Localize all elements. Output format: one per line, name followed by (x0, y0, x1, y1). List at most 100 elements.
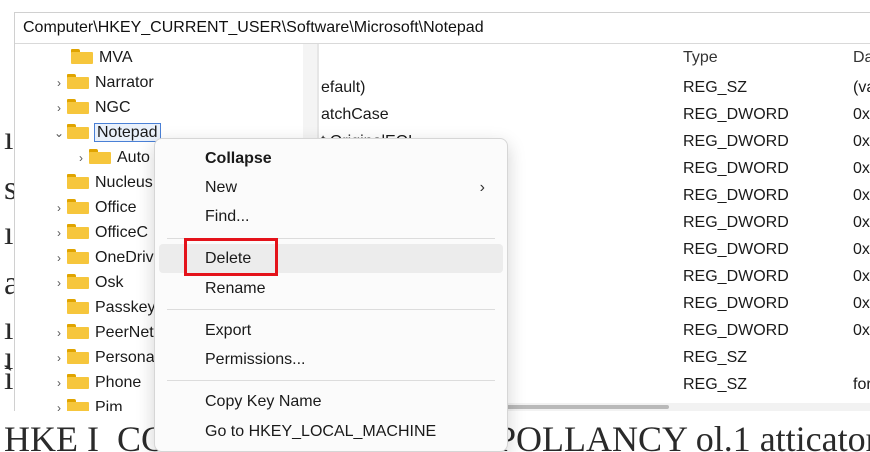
tree-item-nucleus[interactable]: Nucleus (51, 171, 153, 195)
value-data: 0x (853, 160, 870, 177)
folder-icon (67, 98, 89, 114)
context-menu: Collapse New › Find... Delete Rename Exp… (154, 138, 508, 452)
background-char: ı (4, 120, 14, 157)
menu-separator (167, 380, 495, 381)
value-data: for (853, 376, 870, 393)
folder-icon (67, 73, 89, 89)
menu-item-rename[interactable]: Rename (159, 274, 503, 303)
menu-item-new[interactable]: New › (159, 173, 503, 202)
tree-item-label: Office (95, 199, 137, 216)
value-row[interactable]: atchCase REG_DWORD 0x (319, 101, 870, 128)
menu-item-go-to-hklm[interactable]: Go to HKEY_LOCAL_MACHINE (159, 417, 503, 446)
column-header-data[interactable]: Da (853, 44, 870, 72)
menu-item-label: New (205, 179, 238, 196)
delete-highlight-box (184, 238, 278, 276)
value-data: 0x (853, 133, 870, 150)
value-type: REG_DWORD (683, 133, 789, 150)
value-type: REG_DWORD (683, 268, 789, 285)
tree-item-label: Pim (95, 399, 123, 411)
column-header-type[interactable]: Type (683, 44, 718, 72)
value-data: 0x (853, 106, 870, 123)
value-type: REG_DWORD (683, 187, 789, 204)
tree-item-peernet[interactable]: › PeerNet (51, 321, 154, 345)
value-data: 0x (853, 322, 870, 339)
chevron-right-icon[interactable]: › (51, 346, 67, 370)
menu-item-collapse[interactable]: Collapse (159, 144, 503, 173)
chevron-right-icon[interactable]: › (51, 271, 67, 295)
tree-item-notepad[interactable]: ⌄ Notepad (51, 121, 161, 145)
tree-item-office[interactable]: › Office (51, 196, 137, 220)
value-data: (va (853, 79, 870, 96)
chevron-right-icon[interactable]: › (51, 196, 67, 220)
tree-item-osk[interactable]: › Osk (51, 271, 123, 295)
chevron-right-icon[interactable]: › (51, 96, 67, 120)
value-row[interactable]: efault) REG_SZ (va (319, 74, 870, 101)
value-data: 0x (853, 268, 870, 285)
tree-item-ngc[interactable]: › NGC (51, 96, 131, 120)
chevron-right-icon[interactable]: › (51, 396, 67, 411)
menu-item-export[interactable]: Export (159, 316, 503, 345)
value-name: atchCase (321, 106, 389, 123)
menu-item-find[interactable]: Find... (159, 202, 503, 231)
folder-icon (67, 223, 89, 239)
tree-item-onedriv[interactable]: › OneDriv (51, 246, 154, 270)
chevron-down-icon[interactable]: ⌄ (51, 121, 67, 145)
value-type: REG_DWORD (683, 160, 789, 177)
tree-item-label: MVA (99, 49, 133, 66)
tree-item-label: OneDriv (95, 249, 154, 266)
folder-icon (67, 373, 89, 389)
folder-icon (67, 198, 89, 214)
chevron-right-icon[interactable]: › (51, 321, 67, 345)
menu-separator (167, 309, 495, 310)
folder-icon (89, 148, 111, 164)
value-type: REG_DWORD (683, 322, 789, 339)
value-type: REG_DWORD (683, 106, 789, 123)
value-type: REG_SZ (683, 79, 748, 96)
value-type: REG_DWORD (683, 214, 789, 231)
tree-item-label: Auto (117, 149, 150, 166)
folder-icon (67, 298, 89, 314)
value-type: REG_SZ (683, 349, 748, 366)
menu-item-copy-key-name[interactable]: Copy Key Name (159, 387, 503, 416)
tree-item-passkeys[interactable]: Passkeys (51, 296, 163, 320)
chevron-right-icon[interactable]: › (51, 246, 67, 270)
folder-icon (71, 48, 93, 64)
background-char: ì (4, 360, 14, 397)
value-data: 0x (853, 241, 870, 258)
value-name: efault) (321, 79, 366, 96)
folder-icon (67, 273, 89, 289)
value-data: 0x (853, 214, 870, 231)
tree-item-phone[interactable]: › Phone (51, 371, 141, 395)
menu-item-permissions[interactable]: Permissions... (159, 345, 503, 374)
value-type: REG_DWORD (683, 241, 789, 258)
tree-item-label: Persona (95, 349, 155, 366)
chevron-right-icon[interactable]: › (51, 71, 67, 95)
tree-item-label: PeerNet (95, 324, 154, 341)
folder-icon (67, 173, 89, 189)
value-type: REG_SZ (683, 376, 748, 393)
submenu-arrow-icon: › (479, 179, 485, 196)
folder-icon (67, 348, 89, 364)
folder-icon (67, 323, 89, 339)
tree-item-pim[interactable]: › Pim (51, 396, 123, 411)
tree-item-label: Notepad (94, 123, 161, 142)
tree-item-auto[interactable]: › Auto (73, 146, 150, 170)
tree-item-label: OfficeC (95, 224, 149, 241)
tree-item-mva[interactable]: MVA (55, 46, 132, 70)
tree-item-narrator[interactable]: › Narrator (51, 71, 154, 95)
value-data: 0x (853, 295, 870, 312)
chevron-right-icon[interactable]: › (51, 221, 67, 245)
chevron-right-icon[interactable]: › (51, 371, 67, 395)
value-type: REG_DWORD (683, 295, 789, 312)
tree-item-label: NGC (95, 99, 131, 116)
tree-item-label: Nucleus (95, 174, 153, 191)
address-bar[interactable]: Computer\HKEY_CURRENT_USER\Software\Micr… (15, 13, 870, 44)
background-char: ı (4, 215, 14, 252)
chevron-right-icon[interactable]: › (73, 146, 89, 170)
tree-item-label: Osk (95, 274, 124, 291)
folder-icon (67, 398, 89, 411)
tree-item-persona[interactable]: › Persona (51, 346, 155, 370)
tree-item-officec[interactable]: › OfficeC (51, 221, 148, 245)
tree-item-label: Phone (95, 374, 142, 391)
folder-icon (67, 248, 89, 264)
